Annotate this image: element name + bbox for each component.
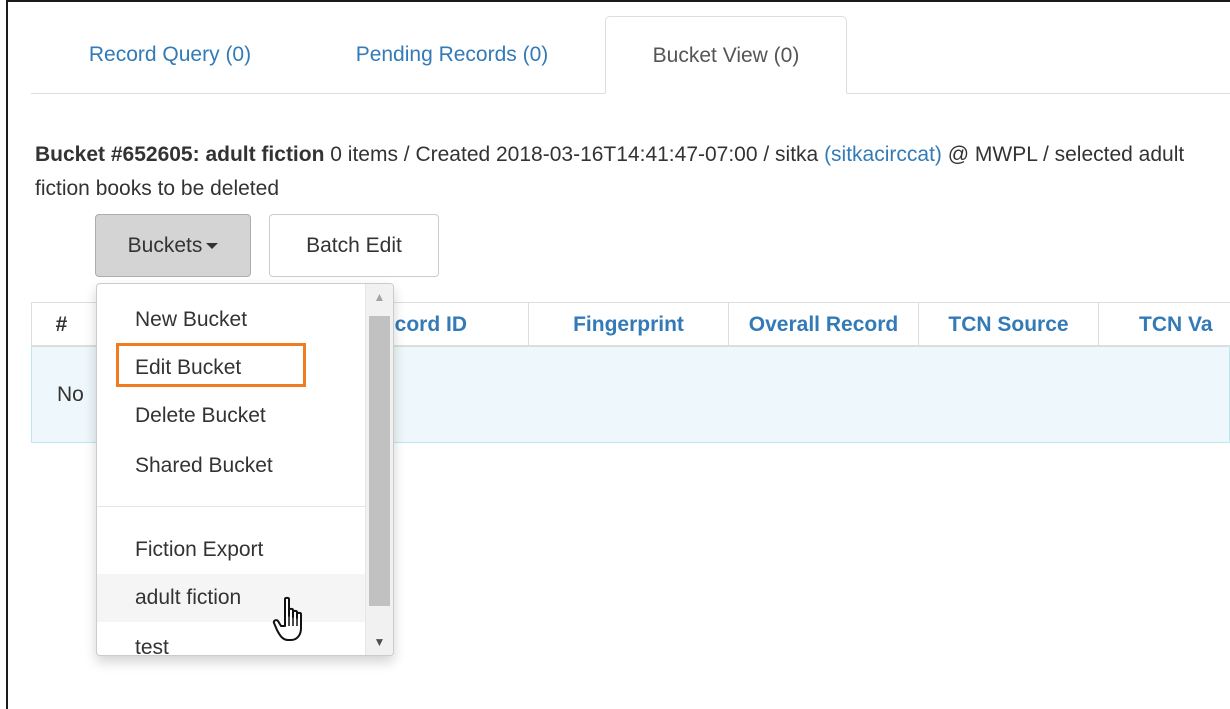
menu-item-edit-bucket[interactable]: Edit Bucket	[97, 344, 365, 392]
caret-down-icon	[206, 243, 219, 250]
bucket-details: 0 items / Created 2018-03-16T14:41:47-07…	[324, 143, 825, 166]
column-header-record-id[interactable]: ecord ID	[373, 303, 528, 346]
buckets-dropdown-menu: New Bucket Edit Bucket Delete Bucket Sha…	[96, 283, 394, 656]
column-header-overall-record[interactable]: Overall Record	[728, 303, 918, 346]
column-header-hash: #	[31, 303, 91, 346]
hand-pointer-icon	[272, 596, 302, 641]
column-header-fingerprint[interactable]: Fingerprint	[528, 303, 728, 346]
menu-item-delete-bucket[interactable]: Delete Bucket	[97, 392, 365, 440]
dropdown-scrollbar[interactable]: ▲ ▼	[365, 284, 393, 655]
bucket-title: Bucket #652605: adult fiction	[35, 143, 325, 166]
bucket-summary: Bucket #652605: adult fiction 0 items / …	[35, 138, 1220, 206]
column-header-tcn-source[interactable]: TCN Source	[918, 303, 1098, 346]
scrollbar-thumb[interactable]	[369, 316, 390, 606]
tab-pending-records[interactable]: Pending Records (0)	[316, 16, 588, 93]
buckets-button-label: Buckets	[127, 234, 203, 257]
menu-item-new-bucket[interactable]: New Bucket	[97, 296, 365, 344]
tab-record-query[interactable]: Record Query (0)	[45, 16, 295, 93]
owner-link[interactable]: (sitkacirccat)	[824, 143, 942, 166]
tab-bucket-view[interactable]: Bucket View (0)	[605, 16, 847, 94]
buckets-dropdown-button[interactable]: Buckets	[95, 214, 251, 277]
scroll-down-arrow-icon[interactable]: ▼	[366, 629, 393, 655]
menu-item-bucket-test[interactable]: test	[97, 624, 365, 655]
scroll-up-arrow-icon[interactable]: ▲	[366, 284, 393, 310]
tab-bar: Record Query (0) Pending Records (0) Buc…	[31, 16, 1230, 94]
menu-divider	[97, 506, 365, 507]
menu-item-shared-bucket[interactable]: Shared Bucket	[97, 442, 365, 490]
menu-item-bucket-fiction-export[interactable]: Fiction Export	[97, 526, 365, 574]
menu-item-bucket-adult-fiction[interactable]: adult fiction	[97, 574, 365, 622]
column-header-tcn-value[interactable]: TCN Va	[1098, 303, 1230, 346]
batch-edit-button[interactable]: Batch Edit	[269, 214, 439, 277]
